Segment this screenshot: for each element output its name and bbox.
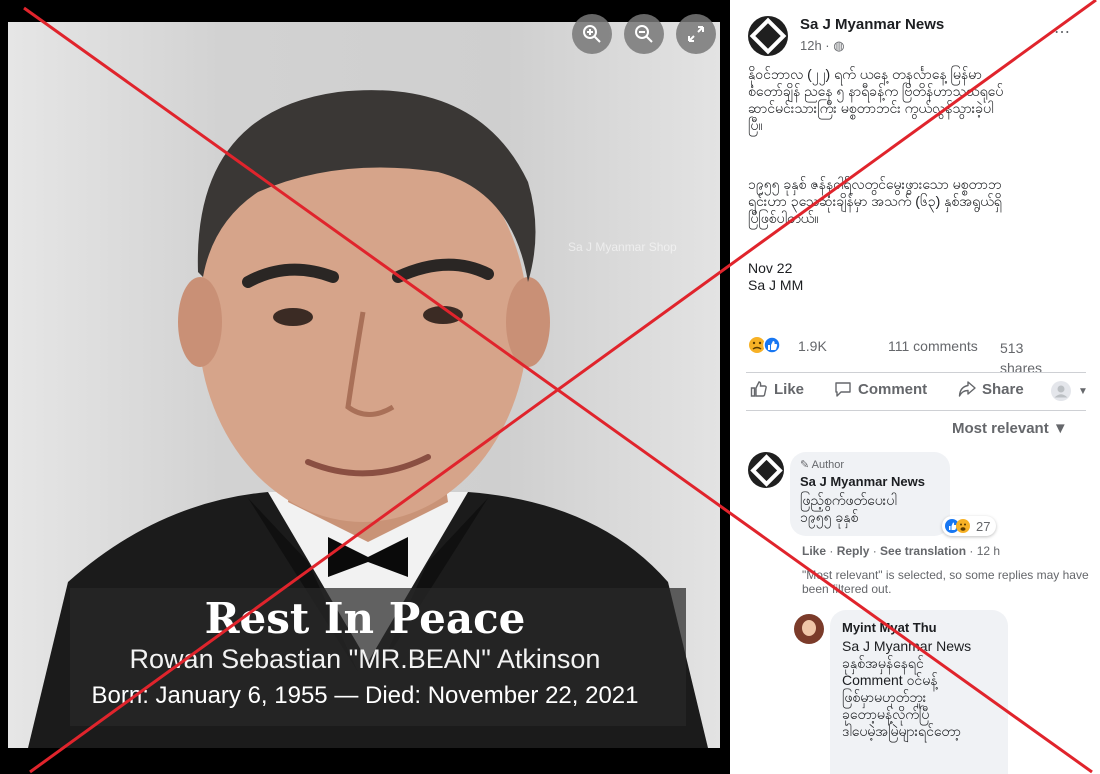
caption-name: Rowan Sebastian "MR.BEAN" Atkinson: [129, 644, 601, 674]
profile-icon: [1051, 381, 1071, 401]
reaction-count[interactable]: 1.9K: [798, 338, 827, 354]
reply-avatar[interactable]: [794, 614, 824, 644]
reply-author-name[interactable]: Myint Myat Thu: [842, 620, 937, 635]
comment-text: ဖြည့်စွက်ဖတ်ပေးပါ ၁၉၅၅ ခုနှစ်: [800, 492, 897, 525]
post-sidebar: Sa J Myanmar News 12h · ◍ ⋯ နိုဝင်ဘာလ (၂…: [730, 0, 1100, 774]
comments-count[interactable]: 111 comments: [888, 338, 978, 354]
more-options-icon[interactable]: ⋯: [1054, 22, 1071, 42]
post-body-paragraph-2: ၁၉၅၅ ခုနှစ် ဇန်နဝါရီလတွင်မွေးဖွားသော မစ္…: [748, 176, 1002, 226]
page-name-link[interactable]: Sa J Myanmar News: [800, 16, 944, 33]
comment-reactions[interactable]: 27: [942, 516, 997, 536]
caption-dates: Born: January 6, 1955 — Died: November 2…: [91, 682, 639, 709]
like-button[interactable]: Like: [750, 380, 804, 398]
caption-title: Rest In Peace: [204, 594, 526, 643]
divider: [746, 410, 1086, 411]
audience-selector[interactable]: ▼: [1050, 380, 1088, 402]
comment-reply-link[interactable]: Reply: [837, 544, 870, 558]
post-body-paragraph-1: နိုဝင်ဘာလ (၂၂) ရက် ယနေ့ တနင်္လာနေ့ မြန်မ…: [748, 66, 1004, 133]
zoom-out-icon[interactable]: [624, 14, 664, 54]
reply-text: Sa J Myanmar News ခုနှစ်အမှန်နေရင် Comme…: [842, 638, 972, 739]
globe-icon: ◍: [833, 38, 845, 53]
comment-label: Comment: [858, 380, 928, 398]
comment-like-link[interactable]: Like: [802, 544, 826, 558]
share-icon: [958, 381, 976, 397]
photo-watermark: Sa J Myanmar Shop: [568, 240, 677, 254]
thumbs-up-icon: [750, 381, 767, 397]
comment-time[interactable]: 12 h: [977, 544, 1000, 558]
reactions-icon: [945, 519, 970, 533]
chevron-down-icon: ▼: [1078, 385, 1088, 397]
comment-reaction-count: 27: [976, 518, 991, 534]
comment-sort-dropdown[interactable]: Most relevant ▼: [952, 420, 1068, 437]
post-body-paragraph-3: Nov 22 Sa J MM: [748, 260, 804, 293]
author-badge-label: Author: [811, 459, 845, 471]
page-avatar[interactable]: [748, 16, 788, 56]
pencil-icon: ✎: [800, 459, 810, 471]
zoom-in-icon[interactable]: [572, 14, 612, 54]
share-button[interactable]: Share: [958, 380, 1024, 398]
comment-actions: Like · Reply · See translation · 12 h: [802, 544, 1001, 558]
comment-button[interactable]: Comment: [834, 380, 927, 398]
comment-icon: [835, 382, 851, 397]
post-timestamp[interactable]: 12h · ◍: [800, 38, 845, 54]
see-translation-link[interactable]: See translation: [880, 544, 966, 558]
commenter-avatar[interactable]: [748, 452, 784, 488]
reactions-icon[interactable]: [748, 336, 782, 354]
comment-author-name[interactable]: Sa J Myanmar News: [800, 474, 925, 489]
fullscreen-icon[interactable]: [676, 14, 716, 54]
photo-viewer: Sa J Myanmar Shop Rest In Peace Rowan Se…: [0, 0, 730, 774]
filter-notice: "Most relevant" is selected, so some rep…: [802, 568, 1089, 596]
author-badge: ✎ Author: [800, 458, 844, 471]
like-label: Like: [774, 380, 805, 398]
post-time: 12h ·: [800, 38, 834, 53]
divider: [746, 372, 1086, 373]
share-label: Share: [982, 380, 1024, 398]
